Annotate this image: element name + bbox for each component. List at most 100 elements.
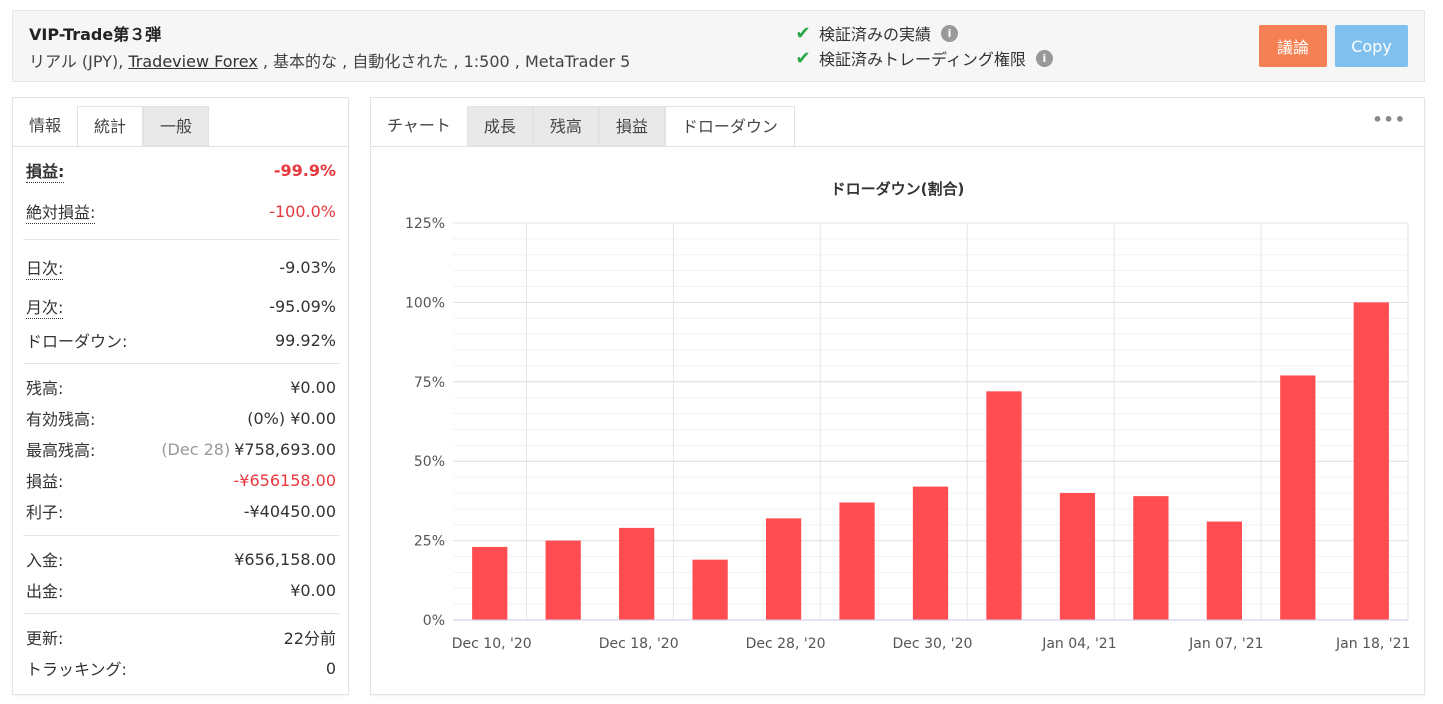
drawdown-row: ドローダウン: 99.92%: [26, 329, 336, 352]
x-tick-label: Dec 28, '20: [746, 636, 826, 652]
balance-row: 残高: ¥0.00: [26, 376, 336, 399]
tracking-value: 0: [325, 658, 336, 678]
bar: [986, 391, 1022, 620]
updated-row: 更新: 22分前: [26, 626, 336, 648]
abs-gain-value: -100.0%: [269, 201, 336, 221]
verified-track-label: 検証済みの実績: [819, 25, 932, 44]
withdrawals-row: 出金: ¥0.00: [26, 579, 336, 602]
x-tick-label: Jan 18, '21: [1335, 636, 1410, 652]
highest-value-wrap: (Dec 28) ¥758,693.00: [161, 440, 336, 459]
interest-value: -¥40450.00: [243, 501, 336, 521]
copy-button[interactable]: Copy: [1335, 25, 1408, 67]
y-tick-label: 50%: [414, 454, 445, 470]
bar: [1280, 375, 1316, 620]
drawdown-value: 99.92%: [274, 330, 336, 350]
check-icon: ✔: [795, 47, 811, 69]
broker-link[interactable]: Tradeview Forex: [128, 52, 257, 71]
stats-content: 損益: -99.9% 絶対損益: -100.0% 日次: -9.03% 月次: …: [13, 146, 348, 694]
profit-label: 損益:: [26, 472, 64, 491]
x-tick-label: Dec 18, '20: [599, 636, 679, 652]
account-subtitle: リアル (JPY), Tradeview Forex , 基本的な , 自動化さ…: [29, 48, 630, 72]
monthly-value: -95.09%: [269, 296, 336, 316]
withdrawals-value: ¥0.00: [290, 580, 336, 600]
highest-note: (Dec 28): [161, 439, 231, 459]
bar: [692, 559, 728, 620]
balance-value: ¥0.00: [290, 377, 336, 397]
abs-gain-row: 絶対損益: -100.0%: [26, 199, 336, 224]
profit-value: -¥656158.00: [233, 470, 336, 490]
balance-label: 残高:: [26, 379, 64, 398]
equity-row: 有効残高: (0%) ¥0.00: [26, 407, 336, 430]
updated-value: 22分前: [283, 629, 336, 648]
withdrawals-label: 出金:: [26, 582, 64, 601]
verified-trading-label: 検証済みトレーディング権限: [819, 50, 1026, 69]
equity-note: (0%): [247, 408, 286, 428]
x-tick-label: Dec 10, '20: [452, 636, 532, 652]
account-header: VIP-Trade第３弾 リアル (JPY), Tradeview Forex …: [12, 10, 1425, 82]
bar: [765, 518, 802, 620]
highest-row: 最高残高: (Dec 28) ¥758,693.00: [26, 438, 336, 461]
x-tick-label: Jan 07, '21: [1188, 636, 1263, 652]
y-tick-label: 125%: [405, 216, 445, 232]
discuss-button[interactable]: 議論: [1259, 25, 1327, 67]
interest-row: 利子: -¥40450.00: [26, 500, 336, 523]
divider: [23, 363, 339, 364]
bar: [1353, 302, 1389, 620]
y-tick-label: 75%: [414, 375, 445, 391]
gain-value: -99.9%: [273, 160, 336, 180]
account-type: リアル (JPY),: [29, 52, 129, 71]
y-tick-label: 0%: [423, 613, 445, 629]
bar: [472, 546, 508, 620]
tab-stats[interactable]: 統計: [77, 106, 144, 146]
profit-row: 損益: -¥656158.00: [26, 469, 336, 492]
y-tick-label: 100%: [405, 295, 445, 311]
deposits-value: ¥656,158.00: [234, 549, 336, 569]
bar: [1133, 496, 1169, 620]
x-tick-label: Jan 04, '21: [1041, 636, 1116, 652]
updated-label: 更新:: [26, 629, 64, 648]
bar: [912, 486, 949, 620]
bar: [1059, 492, 1096, 620]
equity-value: ¥0.00: [290, 408, 336, 428]
stats-panel: 情報 統計 一般 損益: -99.9% 絶対損益: -100.0% 日次: -9…: [12, 97, 349, 695]
divider: [23, 535, 339, 536]
daily-label[interactable]: 日次:: [26, 255, 64, 280]
verified-track-record: ✔ 検証済みの実績 i: [793, 21, 959, 45]
info-icon[interactable]: i: [1035, 49, 1053, 67]
account-title: VIP-Trade第３弾: [29, 25, 162, 44]
bar: [839, 502, 875, 620]
equity-label: 有効残高:: [26, 410, 96, 429]
abs-gain-label[interactable]: 絶対損益:: [26, 199, 96, 224]
monthly-label[interactable]: 月次:: [26, 294, 64, 319]
tracking-label: トラッキング:: [26, 660, 127, 679]
verified-trading-privileges: ✔ 検証済みトレーディング権限 i: [793, 46, 1053, 70]
gain-label[interactable]: 損益:: [26, 158, 65, 183]
y-tick-label: 25%: [414, 534, 445, 550]
deposits-label: 入金:: [26, 551, 64, 570]
bar: [545, 540, 581, 620]
gain-row: 損益: -99.9%: [26, 158, 336, 183]
highest-label: 最高残高:: [26, 441, 96, 460]
tab-general[interactable]: 一般: [143, 106, 210, 146]
bar: [1206, 521, 1242, 620]
monthly-row: 月次: -95.09%: [26, 294, 336, 319]
drawdown-label: ドローダウン:: [26, 332, 128, 351]
daily-row: 日次: -9.03%: [26, 255, 336, 280]
stats-tabs: 情報 統計 一般: [13, 106, 210, 146]
highest-value: ¥758,693.00: [234, 439, 336, 459]
bar: [619, 527, 655, 620]
daily-value: -9.03%: [279, 257, 336, 277]
tracking-row: トラッキング: 0: [26, 657, 336, 680]
check-icon: ✔: [795, 22, 811, 44]
x-tick-label: Dec 30, '20: [893, 636, 973, 652]
info-icon[interactable]: i: [941, 24, 959, 42]
divider: [23, 613, 339, 614]
tab-info[interactable]: 情報: [13, 106, 77, 146]
deposits-row: 入金: ¥656,158.00: [26, 548, 336, 571]
divider: [23, 239, 339, 240]
interest-label: 利子:: [26, 503, 64, 522]
chart-panel: チャート 成長 残高 損益 ドローダウン ••• ドローダウン(割合) 0% 25…: [370, 97, 1425, 695]
account-details: , 基本的な , 自動化された , 1:500 , MetaTrader 5: [257, 52, 631, 71]
equity-value-wrap: (0%) ¥0.00: [247, 409, 336, 428]
drawdown-chart: 0% 25% 50% 75% 100% 125% Dec 10, '20 Dec 18, '2…: [405, 216, 1411, 652]
